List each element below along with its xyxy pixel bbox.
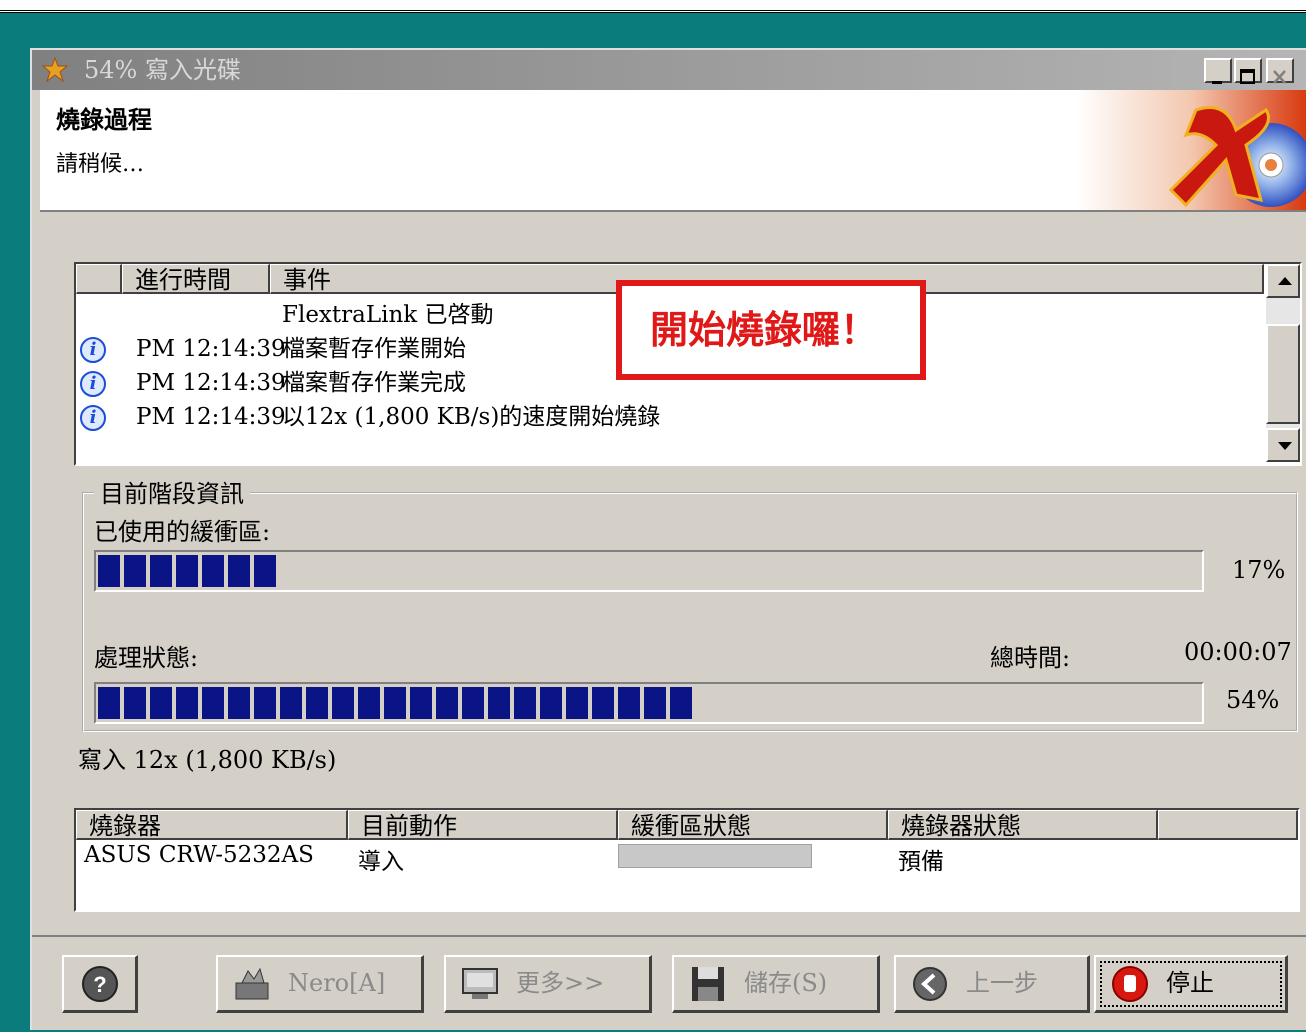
column-header-buffer[interactable]: 緩衝區狀態 [618,810,888,840]
process-status-label: 處理狀態: [94,644,199,672]
buffer-percent: 17% [1232,556,1286,584]
arrow-down-icon [1278,442,1292,450]
recorder-list[interactable]: 燒錄器 目前動作 緩衝區狀態 燒錄器狀態 ASUS CRW-5232AS 導入 … [74,808,1300,912]
nero-button[interactable]: Nero[A] [216,955,424,1013]
stop-hand-icon [1112,966,1148,1002]
total-time-label: 總時間: [990,644,1071,672]
group-legend: 目前階段資訊 [94,474,250,509]
recorder-name[interactable]: ASUS CRW-5232AS [84,842,314,868]
page-title: 燒錄過程 [56,105,152,134]
process-progress-bar [94,682,1204,724]
help-icon: ? [82,966,118,1002]
nero-app-icon [42,57,68,83]
title-bar[interactable]: 54% 寫入光碟 [32,50,1306,90]
recorder-action: 導入 [358,849,404,875]
total-time-value: 00:00:07 [1184,638,1292,666]
stop-button-label: 停止 [1166,969,1214,997]
maximize-icon [1240,69,1255,84]
minimize-button[interactable] [1204,58,1232,84]
minimize-icon [1212,81,1222,84]
wizard-header: 燒錄過程 請稍候… [40,90,1306,212]
column-header-recorder-status[interactable]: 燒錄器狀態 [888,810,1158,840]
button-bar: ? Nero[A] 更多>> 儲存(S) 上一步 停止 [32,935,1306,1032]
close-icon [1273,70,1286,84]
buffer-label: 已使用的緩衝區: [94,518,271,546]
process-progress-fill [98,687,696,719]
event-time: PM 12:14:39 [136,336,286,362]
info-icon: i [80,337,106,363]
event-list-scrollbar[interactable] [1266,264,1300,462]
save-button-label: 儲存(S) [744,969,828,997]
back-button-label: 上一步 [966,969,1038,997]
page-subtitle: 請稍候… [56,152,145,177]
column-header-action[interactable]: 目前動作 [348,810,618,840]
window-title: 54% 寫入光碟 [84,56,241,84]
buffer-progress-bar [94,550,1204,592]
back-arrow-icon [913,967,947,1001]
event-text: 以12x (1,800 KB/s)的速度開始燒錄 [282,404,661,430]
stop-button[interactable]: 停止 [1094,955,1288,1013]
event-time: PM 12:14:39 [136,370,286,396]
info-icon: i [80,405,106,431]
floppy-disk-icon [692,967,724,1001]
nero-button-label: Nero[A] [288,969,386,997]
help-button[interactable]: ? [62,955,138,1013]
scroll-down-button[interactable] [1266,428,1300,462]
event-text: 檔案暫存作業開始 [282,336,466,362]
more-button-label: 更多>> [516,969,605,997]
info-icon: i [80,371,106,397]
event-time: PM 12:14:39 [136,404,286,430]
back-button[interactable]: 上一步 [894,955,1090,1013]
more-button[interactable]: 更多>> [444,955,652,1013]
burn-window: 54% 寫入光碟 燒錄過程 請稍候… 進行時間 事件 FlextraLink 已… [30,48,1306,1030]
buffer-progress-fill [98,555,280,587]
write-speed-text: 寫入 12x (1,800 KB/s) [78,746,337,774]
annotation-callout: 開始燒錄囉！ [616,280,926,380]
monitor-icon [462,968,498,999]
arrow-up-icon [1278,277,1292,285]
nero-burn-icon [235,967,269,1000]
process-percent: 54% [1226,686,1280,714]
event-text: 檔案暫存作業完成 [282,370,466,396]
nero-logo-icon [1076,90,1306,210]
save-button[interactable]: 儲存(S) [672,955,880,1013]
svg-text:?: ? [93,972,106,997]
scroll-up-button[interactable] [1266,264,1300,298]
column-header-icon[interactable] [76,264,122,294]
maximize-button[interactable] [1234,58,1262,84]
column-header-time[interactable]: 進行時間 [122,264,270,294]
column-header-empty[interactable] [1158,810,1298,840]
top-border-strip [0,0,1306,13]
column-header-recorder[interactable]: 燒錄器 [76,810,348,840]
event-text: FlextraLink 已啓動 [282,302,494,328]
recorder-status: 預備 [898,849,944,875]
close-button[interactable] [1266,58,1294,84]
stage-info-group: 目前階段資訊 已使用的緩衝區: 17% 處理狀態: 總時間: 00:00:07 … [82,474,1298,732]
scroll-thumb[interactable] [1266,324,1300,424]
recorder-buffer-bar [618,844,812,868]
